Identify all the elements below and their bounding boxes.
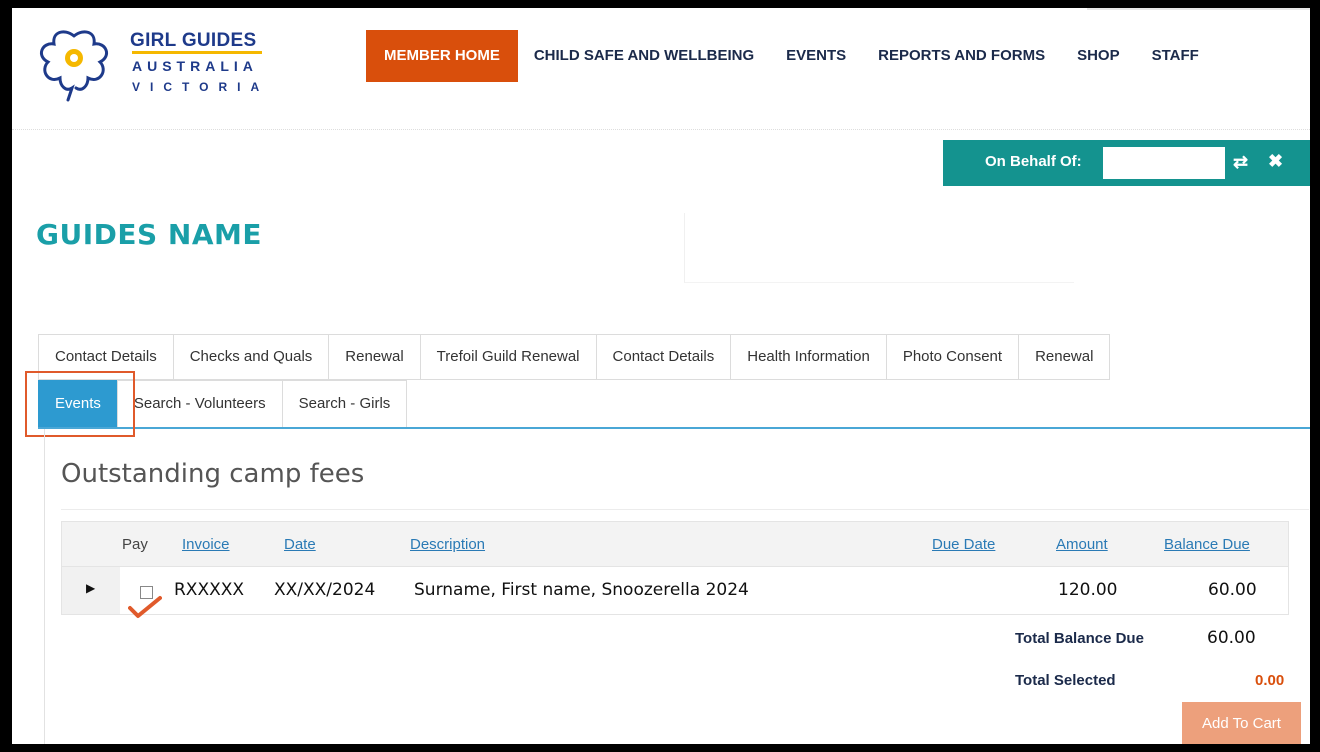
cell-amount: 120.00 xyxy=(1058,580,1118,600)
expand-triangle-icon: ▶ xyxy=(86,581,96,595)
row-expander[interactable]: ▶ xyxy=(62,567,120,614)
nav-child-safe[interactable]: CHILD SAFE AND WELLBEING xyxy=(518,30,770,82)
nav-staff[interactable]: STAFF xyxy=(1136,30,1215,82)
col-date[interactable]: Date xyxy=(284,536,316,553)
total-balance-value: 60.00 xyxy=(1207,628,1256,648)
tab-renewal-2[interactable]: Renewal xyxy=(1018,334,1111,380)
tab-contact-details-2[interactable]: Contact Details xyxy=(595,334,731,380)
fees-table: Pay Invoice Date Description Due Date Am… xyxy=(61,521,1289,618)
header-divider xyxy=(1087,8,1310,10)
tab-bar-row-1: Contact Details Checks and Quals Renewal… xyxy=(38,334,1111,380)
total-selected-label: Total Selected xyxy=(1015,672,1116,689)
page-title: GUIDES NAME xyxy=(36,218,263,251)
panel-title: Outstanding camp fees xyxy=(61,459,365,489)
nav-reports-forms[interactable]: REPORTS AND FORMS xyxy=(862,30,1061,82)
brand-line-2: AUSTRALIA xyxy=(132,58,258,74)
panel-divider xyxy=(61,509,1309,510)
on-behalf-label: On Behalf Of: xyxy=(985,153,1082,170)
on-behalf-input[interactable] xyxy=(1103,147,1225,179)
total-balance-label: Total Balance Due xyxy=(1015,630,1144,647)
col-description[interactable]: Description xyxy=(410,536,485,553)
site-logo[interactable]: GIRL GUIDES AUSTRALIA VICTORIA xyxy=(34,24,274,104)
brand-line-1: GIRL GUIDES xyxy=(130,30,257,51)
tab-photo-consent[interactable]: Photo Consent xyxy=(885,334,1019,380)
tab-health-information[interactable]: Health Information xyxy=(730,334,886,380)
swap-arrows-icon[interactable]: ⇄ xyxy=(1233,152,1248,173)
events-tab-highlight xyxy=(25,371,135,437)
col-balance-due[interactable]: Balance Due xyxy=(1164,536,1250,553)
on-behalf-bar: On Behalf Of: ⇄ ✖ xyxy=(943,140,1310,186)
nav-member-home[interactable]: MEMBER HOME xyxy=(366,30,518,82)
add-to-cart-button[interactable]: Add To Cart xyxy=(1182,702,1301,744)
cell-invoice: RXXXXX xyxy=(174,580,245,600)
empty-info-box xyxy=(684,213,1074,283)
tab-search-volunteers[interactable]: Search - Volunteers xyxy=(116,380,282,428)
col-pay: Pay xyxy=(122,536,148,553)
brand-line-3: VICTORIA xyxy=(132,80,270,94)
checkmark-icon xyxy=(128,596,162,618)
total-selected-value: 0.00 xyxy=(1255,672,1285,689)
col-invoice[interactable]: Invoice xyxy=(182,536,230,553)
brand-bar xyxy=(132,51,262,54)
nav-events[interactable]: EVENTS xyxy=(770,30,862,82)
cell-date: XX/XX/2024 xyxy=(274,580,376,600)
table-header: Pay Invoice Date Description Due Date Am… xyxy=(61,521,1289,567)
table-row: ▶ RXXXXX XX/XX/2024 Surname, First name,… xyxy=(61,567,1289,618)
tab-renewal[interactable]: Renewal xyxy=(328,334,420,380)
trefoil-logo-icon xyxy=(39,30,109,102)
site-header: GIRL GUIDES AUSTRALIA VICTORIA MEMBER HO… xyxy=(12,8,1310,130)
col-amount[interactable]: Amount xyxy=(1056,536,1108,553)
close-icon[interactable]: ✖ xyxy=(1268,151,1283,172)
nav-shop[interactable]: SHOP xyxy=(1061,30,1136,82)
cell-description: Surname, First name, Snoozerella 2024 xyxy=(414,580,749,600)
tab-search-girls[interactable]: Search - Girls xyxy=(281,380,408,428)
tab-trefoil-guild-renewal[interactable]: Trefoil Guild Renewal xyxy=(419,334,596,380)
col-due-date[interactable]: Due Date xyxy=(932,536,995,553)
main-nav: MEMBER HOME CHILD SAFE AND WELLBEING EVE… xyxy=(366,30,1215,82)
tab-checks-quals[interactable]: Checks and Quals xyxy=(172,334,329,380)
page-frame: GIRL GUIDES AUSTRALIA VICTORIA MEMBER HO… xyxy=(12,8,1310,744)
events-panel: Outstanding camp fees Pay Invoice Date D… xyxy=(44,429,1310,744)
cell-balance-due: 60.00 xyxy=(1208,580,1257,600)
